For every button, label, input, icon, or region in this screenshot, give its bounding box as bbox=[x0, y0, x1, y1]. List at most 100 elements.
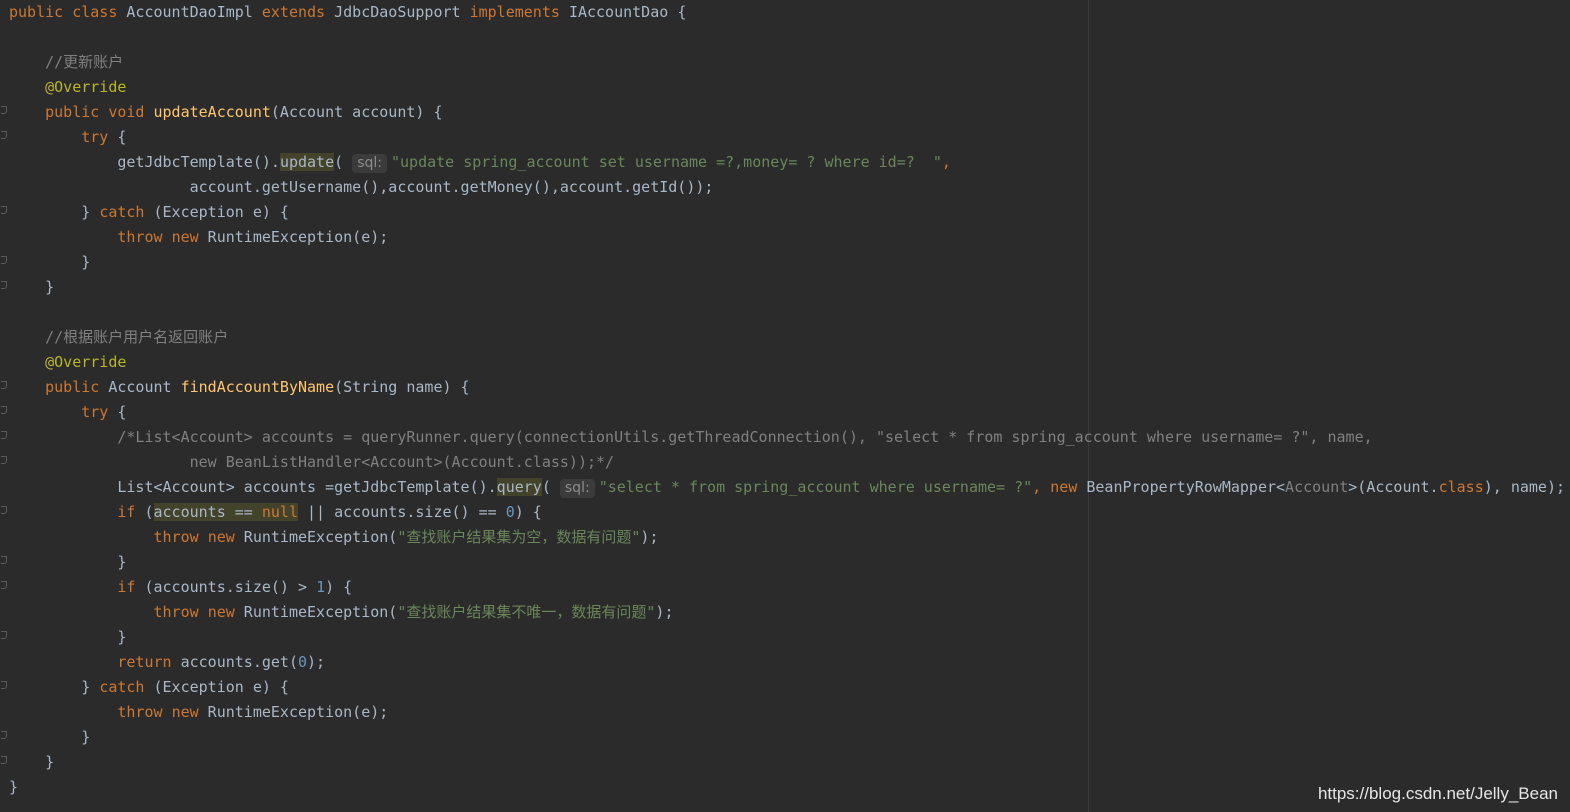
block-comment: new BeanListHandler<Account>(Account.cla… bbox=[189, 453, 615, 471]
block-comment: /*List<Account> accounts = queryRunner.q… bbox=[117, 428, 1373, 446]
keyword: implements bbox=[469, 3, 560, 21]
punctuation: } bbox=[81, 253, 91, 271]
code-line[interactable]: } bbox=[9, 750, 1565, 775]
number-literal: 0 bbox=[505, 503, 515, 521]
code-text: accounts == bbox=[153, 503, 262, 521]
fold-marker-icon[interactable] bbox=[1, 406, 7, 414]
code-line[interactable]: //更新账户 bbox=[9, 50, 1565, 75]
keyword: new bbox=[1050, 478, 1078, 496]
code-editor[interactable]: public class AccountDaoImpl extends Jdbc… bbox=[0, 0, 1570, 812]
keyword: null bbox=[261, 503, 298, 521]
keyword: if bbox=[117, 578, 136, 596]
code-line[interactable]: if (accounts == null || accounts.size() … bbox=[9, 500, 1565, 525]
code-line[interactable]: return accounts.get(0); bbox=[9, 650, 1565, 675]
code-line[interactable]: } bbox=[9, 550, 1565, 575]
code-line[interactable]: throw new RuntimeException(e); bbox=[9, 225, 1565, 250]
param-hint: sql: bbox=[559, 479, 595, 498]
fold-marker-icon[interactable] bbox=[1, 581, 7, 589]
fold-marker-icon[interactable] bbox=[1, 456, 7, 464]
code-line[interactable] bbox=[9, 25, 1565, 50]
code-line[interactable]: try { bbox=[9, 125, 1565, 150]
fold-marker-icon[interactable] bbox=[1, 731, 7, 739]
keyword: new bbox=[207, 603, 235, 621]
fold-marker-icon[interactable] bbox=[1, 206, 7, 214]
code-line[interactable]: public void updateAccount(Account accoun… bbox=[9, 100, 1565, 125]
punctuation: } bbox=[81, 203, 100, 221]
keyword: catch bbox=[99, 203, 145, 221]
code-text: (Account. bbox=[1357, 478, 1439, 496]
code-line[interactable]: /*List<Account> accounts = queryRunner.q… bbox=[9, 425, 1565, 450]
method-call-highlight: query bbox=[496, 478, 542, 496]
code-line[interactable] bbox=[9, 300, 1565, 325]
code-line[interactable]: public Account findAccountByName(String … bbox=[9, 375, 1565, 400]
keyword: public bbox=[45, 378, 100, 396]
string-literal: "update spring_account set username =?,m… bbox=[390, 153, 942, 171]
keyword: throw bbox=[153, 603, 199, 621]
punctuation: ) { bbox=[514, 503, 542, 521]
code-line[interactable]: List<Account> accounts =getJdbcTemplate(… bbox=[9, 475, 1565, 500]
method-name: findAccountByName bbox=[180, 378, 335, 396]
code-line[interactable]: public class AccountDaoImpl extends Jdbc… bbox=[9, 0, 1565, 25]
fold-marker-icon[interactable] bbox=[1, 681, 7, 689]
punctuation: ( bbox=[334, 153, 344, 171]
code-text: || accounts.size() == bbox=[298, 503, 506, 521]
punctuation: { bbox=[108, 403, 127, 421]
code-line[interactable]: throw new RuntimeException(e); bbox=[9, 700, 1565, 725]
string-literal: "查找账户结果集不唯一，数据有问题" bbox=[397, 603, 656, 621]
keyword: throw bbox=[153, 528, 199, 546]
punctuation: } bbox=[45, 278, 55, 296]
code-text: (Exception e) { bbox=[144, 203, 289, 221]
fold-marker-icon[interactable] bbox=[1, 281, 7, 289]
fold-marker-icon[interactable] bbox=[1, 131, 7, 139]
code-lines[interactable]: public class AccountDaoImpl extends Jdbc… bbox=[9, 0, 1565, 800]
code-text: RuntimeException( bbox=[234, 528, 398, 546]
code-line[interactable]: throw new RuntimeException("查找账户结果集不唯一，数… bbox=[9, 600, 1565, 625]
keyword: try bbox=[81, 128, 109, 146]
code-line[interactable]: } bbox=[9, 725, 1565, 750]
code-line[interactable]: try { bbox=[9, 400, 1565, 425]
class-name: Account bbox=[108, 378, 172, 396]
code-text: getJdbcTemplate(). bbox=[117, 153, 280, 171]
fold-marker-icon[interactable] bbox=[1, 381, 7, 389]
keyword: public bbox=[9, 3, 64, 21]
annotation: @Override bbox=[45, 353, 127, 371]
fold-marker-icon[interactable] bbox=[1, 431, 7, 439]
keyword: if bbox=[117, 503, 136, 521]
code-line[interactable]: } bbox=[9, 250, 1565, 275]
params: (Account account) { bbox=[270, 103, 443, 121]
code-line[interactable]: account.getUsername(),account.getMoney()… bbox=[9, 175, 1565, 200]
fold-marker-icon[interactable] bbox=[1, 756, 7, 764]
punctuation: { bbox=[108, 128, 127, 146]
code-line[interactable]: getJdbcTemplate().update( sql: "update sp… bbox=[9, 150, 1565, 175]
keyword: new bbox=[207, 528, 235, 546]
punctuation: ); bbox=[655, 603, 674, 621]
punctuation: ( bbox=[541, 478, 551, 496]
code-line[interactable]: //根据账户用户名返回账户 bbox=[9, 325, 1565, 350]
fold-marker-icon[interactable] bbox=[1, 256, 7, 264]
comment: //根据账户用户名返回账户 bbox=[45, 328, 229, 346]
code-line[interactable]: new BeanListHandler<Account>(Account.cla… bbox=[9, 450, 1565, 475]
fold-marker-icon[interactable] bbox=[1, 556, 7, 564]
keyword: throw bbox=[117, 703, 163, 721]
code-line[interactable]: if (accounts.size() > 1) { bbox=[9, 575, 1565, 600]
class-name: JdbcDaoSupport bbox=[334, 3, 461, 21]
code-text: account.getUsername(),account.getMoney()… bbox=[189, 178, 714, 196]
code-line[interactable]: } bbox=[9, 275, 1565, 300]
code-line[interactable]: @Override bbox=[9, 350, 1565, 375]
fold-marker-icon[interactable] bbox=[1, 631, 7, 639]
keyword: extends bbox=[261, 3, 326, 21]
code-line[interactable]: } catch (Exception e) { bbox=[9, 200, 1565, 225]
punctuation: } bbox=[45, 753, 55, 771]
keyword: try bbox=[81, 403, 109, 421]
code-line[interactable]: throw new RuntimeException("查找账户结果集为空，数据… bbox=[9, 525, 1565, 550]
keyword: return bbox=[117, 653, 172, 671]
fold-gutter bbox=[0, 0, 9, 812]
code-line[interactable]: @Override bbox=[9, 75, 1565, 100]
code-text: (Exception e) { bbox=[144, 678, 289, 696]
fold-marker-icon[interactable] bbox=[1, 106, 7, 114]
class-name: AccountDaoImpl bbox=[126, 3, 253, 21]
fold-marker-icon[interactable] bbox=[1, 506, 7, 514]
code-line[interactable]: } catch (Exception e) { bbox=[9, 675, 1565, 700]
keyword: class bbox=[1438, 478, 1484, 496]
code-line[interactable]: } bbox=[9, 625, 1565, 650]
